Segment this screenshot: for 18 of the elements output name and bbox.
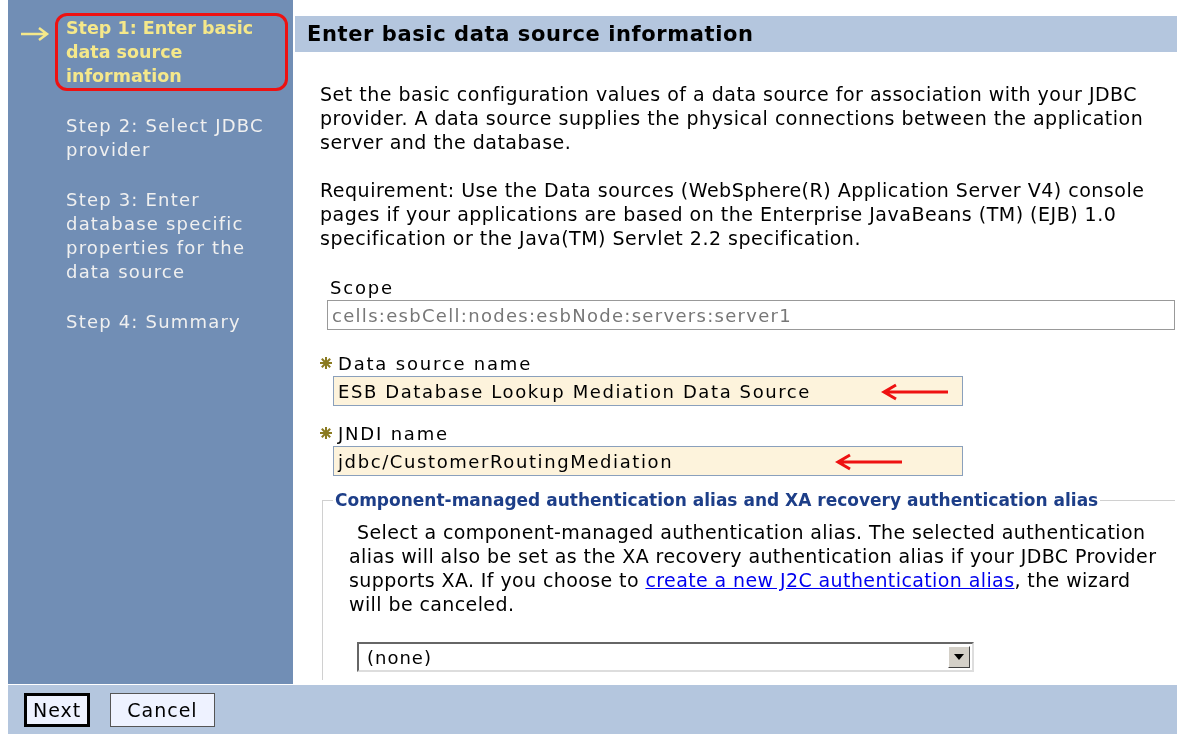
alias-dropdown[interactable]: (none) xyxy=(357,642,974,672)
text-field: cells:esbCell:nodes:esbNode:servers:server1 xyxy=(327,300,1175,330)
dropdown-caret-icon xyxy=(954,654,964,660)
paragraph: Select a component-managed authentication alias. The selected authentication alias will also be set as the XA recovery authentication alias if your JDBC Provider supports XA. If you choose to create a new J2C authentication alias, the wizard will be canceled. xyxy=(349,520,1158,616)
create-alias-link[interactable]: create a new J2C authentication alias xyxy=(645,569,1015,591)
cancel-button[interactable]: Cancel xyxy=(110,692,215,727)
field-label: JNDI name xyxy=(338,422,449,444)
annotation-arrow-icon xyxy=(834,452,904,472)
field-label: Scope xyxy=(330,276,394,298)
field-label: Data source name xyxy=(338,352,533,374)
text-field[interactable]: jdbc/CustomerRoutingMediation xyxy=(333,446,963,476)
paragraph: Requirement: Use the Data sources (WebSphere(R) Application Server V4) console pages if your applications are based on the Enterprise JavaBeans (TM) (EJB) 1.0 specification or the Java(TM) Servlet 2.2 specification. xyxy=(320,178,1146,250)
next-button[interactable]: Next xyxy=(24,692,91,727)
annotation-arrow-icon xyxy=(880,382,950,402)
paragraph: Set the basic configuration values of a data source for association with your JDBC provider. A data source supplies the physical connections between the application server and the database. xyxy=(320,82,1145,154)
text-field[interactable]: ESB Database Lookup Mediation Data Source xyxy=(333,376,963,406)
group-legend: Component-managed authentication alias and XA recovery authentication alias xyxy=(333,490,1101,510)
page-heading: Enter basic data source information xyxy=(307,22,754,46)
